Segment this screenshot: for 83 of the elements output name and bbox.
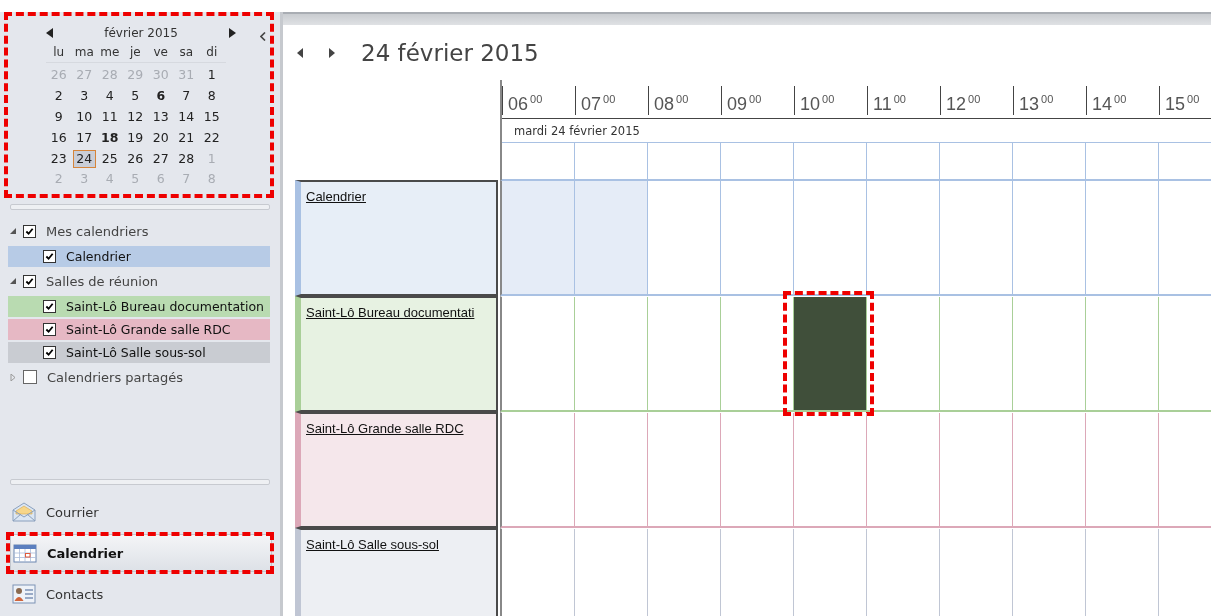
next-day-icon[interactable] [329,47,335,58]
calendar-day[interactable]: 20 [149,128,173,147]
calendar-day[interactable]: 16 [47,128,71,147]
navigation-button[interactable]: Calendrier [10,534,272,572]
calendar-item[interactable]: Saint-Lô Grande salle RDC [8,318,270,340]
calendar-name-link[interactable]: Calendrier [306,189,366,204]
calendar-day[interactable]: 3 [72,87,96,106]
calendar-label: Calendrier [66,248,131,264]
month-label: février 2015 [104,26,178,40]
calendar-day[interactable]: 18 [98,128,122,147]
calendar-label: Saint-Lô Salle sous-sol [66,344,206,360]
day-label: mardi 24 février 2015 [514,123,640,138]
calendar-day[interactable]: 4 [98,87,122,106]
calendar-icon [13,543,37,563]
next-month-icon[interactable] [228,28,236,38]
checkbox[interactable] [23,370,37,385]
calendar-day[interactable]: 21 [174,128,198,147]
calendar-day[interactable]: 5 [123,87,147,106]
weekday-label: je [128,45,142,59]
calendar-day[interactable]: 7 [174,87,198,106]
weekday-label: sa [178,45,195,59]
calendar-day[interactable]: 11 [98,108,122,126]
calendar-day[interactable]: 19 [123,128,147,147]
calendar-name-link[interactable]: Saint-Lô Salle sous-sol [306,537,439,552]
group-label[interactable]: Salles de réunion [46,273,159,289]
calendar-day[interactable]: 2 [47,87,71,106]
checkbox[interactable] [23,224,36,238]
calendar-item[interactable]: Saint-Lô Bureau documentation [8,295,270,317]
navigation-button[interactable]: Courrier [10,493,272,531]
calendar-day[interactable]: 22 [200,128,224,147]
calendar-day[interactable]: 1 [200,66,224,85]
calendar-item[interactable]: Calendrier [8,245,270,267]
hour-label: 10$^{00}$ [794,86,835,115]
previous-month-icon[interactable] [46,28,54,38]
calendar-day[interactable]: 17 [72,128,96,147]
hour-label: 12$^{00}$ [940,86,981,115]
calendar-day[interactable]: 24 [72,149,96,168]
calendar-day[interactable]: 15 [200,108,224,126]
hour-label: 06$^{00}$ [502,86,543,115]
weekday-label: me [99,45,121,59]
hour-label: 14$^{00}$ [1086,86,1127,115]
checkbox[interactable] [43,345,56,359]
calendar-day[interactable]: 23 [47,149,71,168]
envelope-icon [12,502,36,522]
hour-label: 09$^{00}$ [721,86,762,115]
weekday-label: ve [152,45,169,59]
calendar-day[interactable]: 28 [174,149,198,168]
collapse-pane-icon[interactable] [260,32,266,41]
weekday-label: di [205,45,219,59]
group-label[interactable]: Calendriers partagés [47,369,183,385]
group-label[interactable]: Mes calendriers [46,223,149,239]
calendar-day[interactable]: 27 [149,149,173,168]
weekday-label: lu [52,45,66,59]
calendar-item[interactable]: Saint-Lô Salle sous-sol [8,341,270,363]
calendar-day[interactable]: 26 [123,149,147,168]
calendar-day[interactable]: 6 [149,87,173,106]
expanded-icon[interactable] [10,277,17,285]
calendar-label: Saint-Lô Grande salle RDC [66,321,231,337]
navigation-button[interactable]: Contacts [10,575,272,613]
checkbox[interactable] [43,249,56,263]
checkbox[interactable] [43,299,56,313]
calendar-name-link[interactable]: Saint-Lô Grande salle RDC [306,421,464,436]
calendar-day[interactable]: 10 [72,108,96,126]
calendar-day[interactable]: 13 [149,108,173,126]
hour-label: 15$^{00}$ [1159,86,1200,115]
calendar-name-link[interactable]: Saint-Lô Bureau documentati [306,305,475,320]
calendar-day[interactable]: 12 [123,108,147,126]
hour-label: 08$^{00}$ [648,86,689,115]
calendar-day[interactable]: 8 [200,87,224,106]
calendar-day[interactable]: 14 [174,108,198,126]
hour-label: 13$^{00}$ [1013,86,1054,115]
checkbox[interactable] [43,322,56,336]
hour-label: 07$^{00}$ [575,86,616,115]
calendar-day[interactable]: 25 [98,149,122,168]
contact-card-icon [12,584,36,604]
checkbox[interactable] [23,274,36,288]
expanded-icon[interactable] [10,227,17,235]
hour-label: 11$^{00}$ [867,86,906,115]
calendar-label: Saint-Lô Bureau documentation [66,298,265,314]
previous-day-icon[interactable] [297,47,303,58]
date-title: 24 février 2015 [361,39,539,66]
weekday-label: ma [73,45,95,59]
calendar-day[interactable]: 9 [47,108,71,126]
